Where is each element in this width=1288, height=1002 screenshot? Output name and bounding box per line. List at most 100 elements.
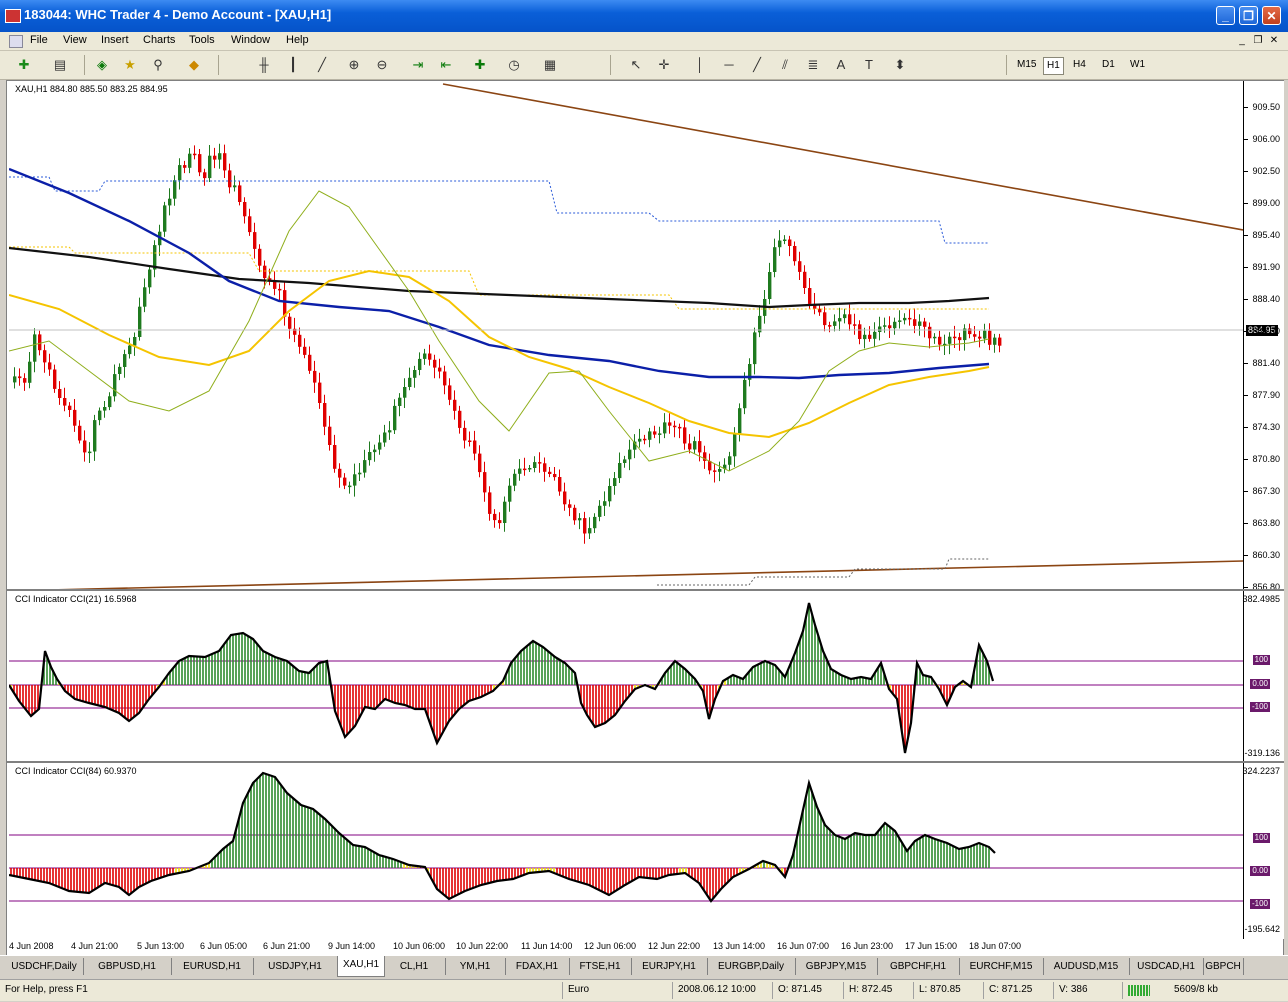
price-pane[interactable]: XAU,H1 884.80 885.50 883.25 884.95 <box>8 81 1244 592</box>
auto-scroll-icon[interactable]: ⇥ <box>408 55 428 75</box>
status-open: O: 871.45 <box>778 984 822 995</box>
chart-window[interactable]: XAU,H1 884.80 885.50 883.25 884.95 884.9… <box>6 80 1284 956</box>
mdi-restore-button[interactable]: ❐ <box>1251 34 1265 47</box>
candle-body <box>428 353 432 360</box>
tab-usdchf-daily[interactable]: USDCHF,Daily <box>5 958 84 975</box>
menu-insert[interactable]: Insert <box>101 34 129 46</box>
time-label: 18 Jun 07:00 <box>969 941 1022 951</box>
candle-body <box>673 425 677 428</box>
horizontal-line-icon[interactable]: ─ <box>719 55 739 75</box>
minimize-button[interactable]: _ <box>1216 6 1235 25</box>
vertical-line-icon[interactable]: │ <box>690 55 710 75</box>
market-watch-icon[interactable]: ◈ <box>92 55 112 75</box>
candle-body <box>323 403 327 427</box>
candle-body <box>838 318 842 322</box>
tab-eurgbp-daily[interactable]: EURGBP,Daily <box>707 958 796 975</box>
maximize-button[interactable]: ❐ <box>1239 6 1258 25</box>
cursor-icon[interactable]: ↖ <box>626 55 646 75</box>
text-label-icon[interactable]: T <box>859 55 879 75</box>
menu-window[interactable]: Window <box>231 34 270 46</box>
cci21-pane[interactable]: CCI Indicator CCI(21) 16.5968 <box>8 591 1243 761</box>
cci21-chart[interactable] <box>8 591 1243 761</box>
tab-gbpjpy-m15[interactable]: GBPJPY,M15 <box>795 958 878 975</box>
menu-help[interactable]: Help <box>286 34 309 46</box>
candle-body <box>668 422 672 426</box>
tab-audusd-m15[interactable]: AUDUSD,M15 <box>1043 958 1130 975</box>
candle-body <box>368 452 372 461</box>
price-chart[interactable] <box>8 81 1244 592</box>
timeframe-m15[interactable]: M15 <box>1014 57 1039 73</box>
candle-body <box>213 155 217 160</box>
profiles-icon[interactable]: ▤ <box>50 55 70 75</box>
price-tick-label: 877.90 <box>1252 390 1280 400</box>
price-tick-label: 874.30 <box>1252 422 1280 432</box>
candle-body <box>143 287 147 307</box>
indicators-icon[interactable]: ✚ <box>470 55 490 75</box>
time-label: 17 Jun 15:00 <box>905 941 958 951</box>
periods-icon[interactable]: ◷ <box>504 55 524 75</box>
candle-body <box>538 462 542 464</box>
candle-body <box>918 321 922 326</box>
timeframe-h1[interactable]: H1 <box>1043 57 1064 75</box>
trendline-icon[interactable]: ╱ <box>747 55 767 75</box>
candle-body <box>278 288 282 291</box>
candle-body <box>513 473 517 486</box>
terminal-icon[interactable]: ⚲ <box>148 55 168 75</box>
text-icon[interactable]: A <box>831 55 851 75</box>
bar-chart-icon[interactable]: ╫ <box>254 55 274 75</box>
timeframe-w1[interactable]: W1 <box>1127 57 1148 73</box>
zoom-in-icon[interactable]: ⊕ <box>344 55 364 75</box>
templates-icon[interactable]: ▦ <box>540 55 560 75</box>
mdi-minimize-button[interactable]: _ <box>1235 34 1249 47</box>
timeframe-h4[interactable]: H4 <box>1070 57 1089 73</box>
price-tick-label: 881.40 <box>1252 358 1280 368</box>
tab-gbpch[interactable]: GBPCH <box>1203 958 1244 975</box>
menu-charts[interactable]: Charts <box>143 34 175 46</box>
price-tick <box>1244 267 1248 268</box>
cci21-axis: 382.4985 100 0.00 -100 -319.136 <box>1242 591 1284 761</box>
separator <box>84 55 85 75</box>
cci84-chart[interactable] <box>8 763 1243 939</box>
cci21-level-minus100: -100 <box>1249 702 1270 712</box>
tab-usdcad-h1[interactable]: USDCAD,H1 <box>1129 958 1204 975</box>
cci84-pane[interactable]: CCI Indicator CCI(84) 60.9370 <box>8 763 1243 939</box>
fibonacci-icon[interactable]: ≣ <box>803 55 823 75</box>
app-icon <box>5 9 21 23</box>
price-tick-label: 895.40 <box>1252 230 1280 240</box>
new-chart-icon[interactable]: ✚ <box>14 55 34 75</box>
line-chart-icon[interactable]: ╱ <box>312 55 332 75</box>
tab-usdjpy-h1[interactable]: USDJPY,H1 <box>253 958 338 975</box>
tab-xau-h1[interactable]: XAU,H1 <box>337 956 385 977</box>
tab-gbpchf-h1[interactable]: GBPCHF,H1 <box>877 958 960 975</box>
tab-gbpusd-h1[interactable]: GBPUSD,H1 <box>83 958 172 975</box>
navigator-icon[interactable]: ★ <box>120 55 140 75</box>
chart-window-icon <box>9 35 23 48</box>
cci21-min: -319.136 <box>1244 748 1280 758</box>
menu-view[interactable]: View <box>63 34 87 46</box>
candle-body <box>118 366 122 374</box>
timeframe-d1[interactable]: D1 <box>1099 57 1118 73</box>
tab-cl-h1[interactable]: CL,H1 <box>383 958 446 975</box>
menu-tools[interactable]: Tools <box>189 34 215 46</box>
tab-eurchf-m15[interactable]: EURCHF,M15 <box>959 958 1044 975</box>
tab-eurjpy-h1[interactable]: EURJPY,H1 <box>631 958 708 975</box>
close-button[interactable]: ✕ <box>1262 6 1281 25</box>
menu-file[interactable]: File <box>30 34 48 46</box>
chart-shift-icon[interactable]: ⇤ <box>436 55 456 75</box>
candle-body <box>38 334 42 351</box>
candle-body <box>808 288 812 304</box>
candlestick-icon[interactable]: ┃ <box>283 55 303 75</box>
arrows-icon[interactable]: ⬍ <box>890 55 910 75</box>
mdi-close-button[interactable]: ✕ <box>1267 34 1281 47</box>
expert-advisors-icon[interactable]: ◆ <box>184 55 204 75</box>
tab-ftse-h1[interactable]: FTSE,H1 <box>569 958 632 975</box>
tab-ym-h1[interactable]: YM,H1 <box>445 958 506 975</box>
tab-fdax-h1[interactable]: FDAX,H1 <box>505 958 570 975</box>
equidistant-channel-icon[interactable]: ⫽ <box>775 55 795 75</box>
candle-body <box>648 431 652 440</box>
cci-histogram <box>10 603 990 753</box>
candle-body <box>318 382 322 403</box>
crosshair-icon[interactable]: ✛ <box>654 55 674 75</box>
zoom-out-icon[interactable]: ⊖ <box>372 55 392 75</box>
tab-eurusd-h1[interactable]: EURUSD,H1 <box>171 958 254 975</box>
